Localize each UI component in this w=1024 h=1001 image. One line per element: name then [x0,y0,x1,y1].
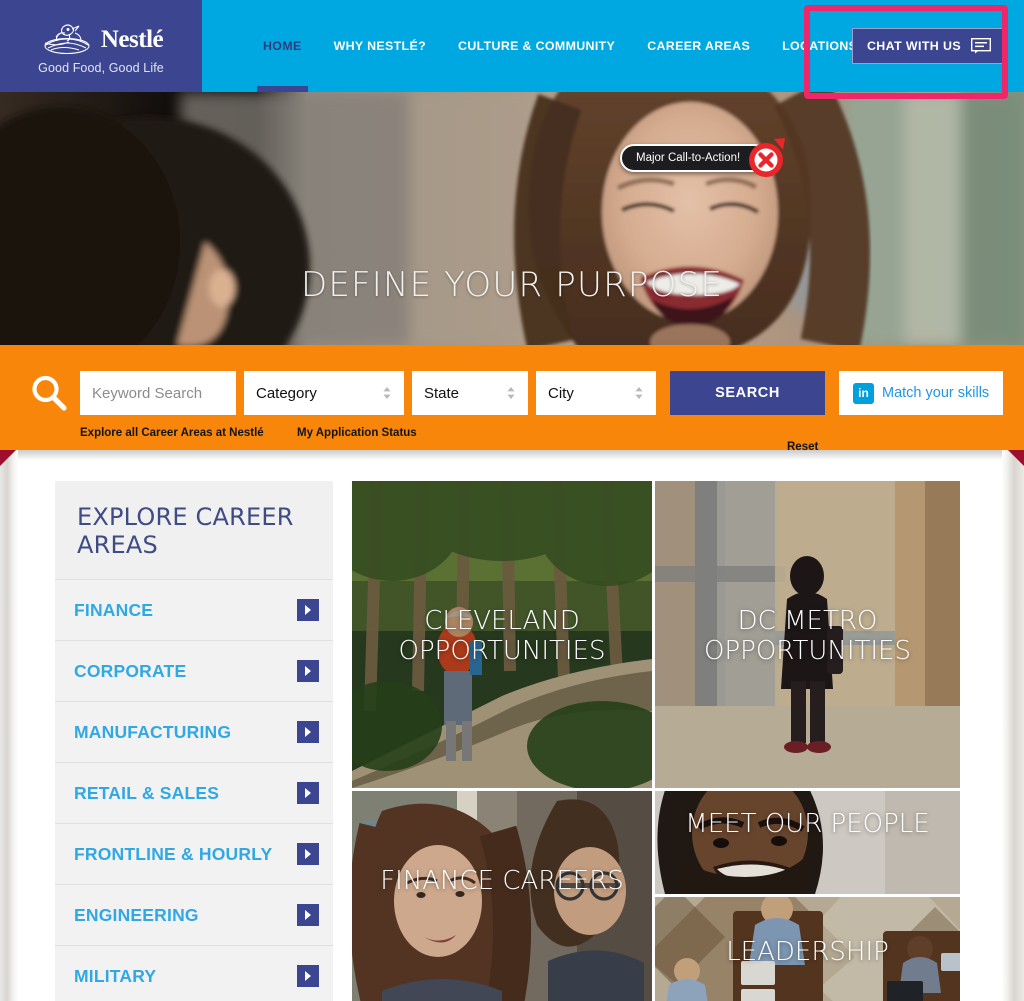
chevron-right-icon [297,721,319,744]
chat-button-label: CHAT WITH US [866,39,961,53]
hero-title: DEFINE YOUR PURPOSE [300,265,724,305]
logo-row: Nestlé [39,21,164,55]
sidebar-item-label: ENGINEERING [74,904,199,925]
chevron-updown-icon [506,383,516,403]
match-your-skills-label: Match your skills [882,385,990,401]
search-button[interactable]: SEARCH [670,371,825,415]
sidebar-item-label: MANUFACTURING [74,721,232,742]
my-application-status-link[interactable]: My Application Status [297,427,417,439]
card-cleveland-opportunities[interactable]: CLEVELAND OPPORTUNITIES [352,481,652,788]
sidebar-item-label: RETAIL & SALES [74,782,220,803]
sidebar-item-engineering[interactable]: ENGINEERING [55,884,333,946]
sidebar-item-label: CORPORATE [74,660,187,681]
sidebar-item-retail-sales[interactable]: RETAIL & SALES [55,762,333,824]
chevron-right-icon [297,660,319,683]
sidebar-heading: EXPLORE CAREER AREAS [55,481,333,580]
card-title: FINANCE CAREERS [380,866,624,896]
brand-wordmark: Nestlé [100,25,164,53]
hero-banner: DEFINE YOUR PURPOSE [0,92,1024,345]
chevron-updown-icon [634,383,644,403]
sidebar-item-manufacturing[interactable]: MANUFACTURING [55,701,333,763]
sidebar-item-frontline-hourly[interactable]: FRONTLINE & HOURLY [55,823,333,885]
category-select-value: Category [256,384,317,402]
card-dc-metro-opportunities[interactable]: DC METRO OPPORTUNITIES [655,481,960,788]
right-ribbon-corner [1008,450,1024,466]
job-search-bar: Category State City [0,345,1024,453]
card-meet-our-people[interactable]: MEET OUR PEOPLE [655,791,960,894]
chat-bubble-icon [971,38,991,54]
brand-tagline: Good Food, Good Life [38,61,164,75]
hero-photo [0,92,1024,345]
card-finance-careers[interactable]: FINANCE CAREERS [352,791,652,1001]
linkedin-icon: in [853,382,874,404]
left-ribbon-corner [0,450,16,466]
explore-career-areas-link[interactable]: Explore all Career Areas at Nestlé [80,427,264,439]
sidebar-item-corporate[interactable]: CORPORATE [55,640,333,702]
card-title: DC METRO OPPORTUNITIES [704,606,911,667]
main-navigation: HOME WHY NESTLÉ? CULTURE & COMMUNITY CAR… [202,0,1024,92]
nav-items: HOME WHY NESTLÉ? CULTURE & COMMUNITY CAR… [202,0,873,92]
sidebar-item-label: MILITARY [74,965,157,986]
chevron-right-icon [297,904,319,927]
chat-with-us-button[interactable]: CHAT WITH US [851,28,1006,64]
nav-item-why-nestle[interactable]: WHY NESTLÉ? [318,0,442,92]
chevron-right-icon [297,782,319,805]
card-image [655,791,960,894]
card-title: CLEVELAND OPPORTUNITIES [398,606,606,667]
fold-shadow [16,450,1006,460]
main-content: EXPLORE CAREER AREAS FINANCE CORPORATE M… [0,465,1024,1001]
card-title: LEADERSHIP [726,937,889,967]
site-header: Nestlé Good Food, Good Life HOME WHY NES… [0,0,1024,92]
city-select-value: City [548,384,574,402]
sidebar-heading-text: EXPLORE CAREER AREAS [77,503,294,560]
card-title: MEET OUR PEOPLE [685,809,930,839]
chevron-right-icon [297,965,319,988]
category-select[interactable]: Category [244,371,404,415]
major-cta-callout: Major Call-to-Action! [620,136,788,180]
nest-with-birds-icon [39,21,95,55]
state-select-value: State [424,384,460,402]
chevron-right-icon [297,599,319,622]
sidebar-item-label: FRONTLINE & HOURLY [74,843,273,864]
chevron-right-icon [297,843,319,866]
nav-item-career-areas[interactable]: CAREER AREAS [631,0,766,92]
chat-button-wrap: CHAT WITH US [851,0,1006,92]
magnifier-icon [24,369,74,417]
city-select[interactable]: City [536,371,656,415]
nav-item-culture-community[interactable]: CULTURE & COMMUNITY [442,0,631,92]
explore-career-areas-sidebar: EXPLORE CAREER AREAS FINANCE CORPORATE M… [55,481,333,1001]
red-x-badge-icon[interactable] [744,136,788,180]
chevron-updown-icon [382,383,392,403]
sidebar-item-label: FINANCE [74,599,154,620]
page-root: Nestlé Good Food, Good Life HOME WHY NES… [0,0,1024,1001]
state-select[interactable]: State [412,371,528,415]
sidebar-item-finance[interactable]: FINANCE [55,579,333,641]
search-input[interactable] [80,371,236,415]
search-controls: Category State City [24,369,1004,417]
card-leadership[interactable]: LEADERSHIP [655,897,960,1001]
nestle-logo[interactable]: Nestlé Good Food, Good Life [0,0,202,92]
sidebar-item-military[interactable]: MILITARY [55,945,333,1001]
nav-item-home[interactable]: HOME [247,0,318,92]
match-your-skills-button[interactable]: in Match your skills [839,371,1004,415]
